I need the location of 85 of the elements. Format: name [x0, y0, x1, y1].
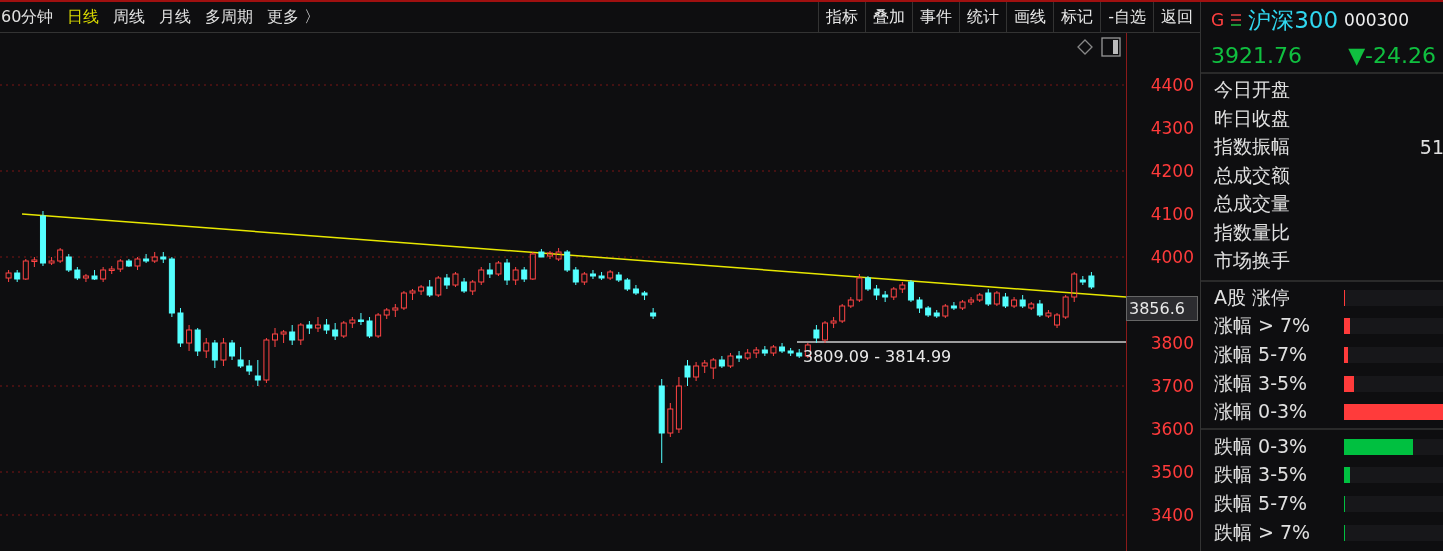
candlestick	[950, 301, 957, 311]
index-code: 000300	[1344, 10, 1409, 30]
menu-icon[interactable]	[1230, 13, 1243, 27]
toolbar-button[interactable]: 画线	[1006, 2, 1054, 32]
stat-value: 51	[1419, 136, 1443, 159]
toolbar-button[interactable]: 叠加	[865, 2, 913, 32]
stat-label: 指数振幅	[1214, 134, 1290, 160]
axis-label: 3600	[1150, 419, 1194, 439]
axis-label: 4100	[1150, 204, 1194, 224]
candlestick	[547, 250, 553, 260]
candlestick	[237, 346, 244, 369]
period-tab[interactable]: 多周期	[205, 6, 254, 28]
candlestick	[418, 284, 425, 296]
candlestick	[736, 350, 743, 363]
stat-label: 今日开盘	[1214, 77, 1290, 103]
index-name: 沪深300	[1248, 5, 1339, 35]
toolbar-button[interactable]: 返回	[1153, 2, 1200, 32]
candlestick	[366, 316, 373, 339]
toolbar-button[interactable]: -自选	[1100, 2, 1153, 32]
toolbar-button[interactable]: 指标	[818, 2, 866, 32]
candlestick	[1011, 296, 1018, 309]
toolbar-button[interactable]: 统计	[959, 2, 1007, 32]
candlestick	[684, 359, 691, 387]
candlestick	[272, 327, 278, 348]
axis-label: 3500	[1150, 462, 1194, 482]
price-change: ▼-24.26	[1348, 42, 1436, 68]
candlestick	[650, 307, 657, 320]
stat-label: 市场换手	[1214, 248, 1290, 274]
candlestick	[100, 266, 107, 283]
axis-label: 4400	[1150, 75, 1194, 95]
axis-label: 4000	[1150, 247, 1194, 267]
axis-label: 3700	[1150, 376, 1194, 396]
candlestick	[993, 290, 1000, 307]
breadth-label: 跌幅 3-5%	[1214, 462, 1309, 488]
candlestick	[504, 258, 511, 286]
toolbar-button[interactable]: 标记	[1053, 2, 1101, 32]
candlestick	[143, 253, 150, 264]
candlestick	[400, 290, 407, 311]
period-tab[interactable]: 周线	[113, 6, 146, 28]
candlestick	[211, 339, 218, 369]
breadth-label: 涨幅 3-5%	[1214, 370, 1309, 396]
breadth-label: 涨幅 5-7%	[1214, 342, 1309, 367]
breadth-label: 跌幅 5-7%	[1214, 490, 1309, 516]
candlestick	[675, 376, 682, 434]
stat-label: 指数量比	[1214, 219, 1290, 245]
candlestick	[186, 324, 193, 352]
candlestick	[289, 324, 296, 346]
candlestick	[589, 269, 596, 280]
price-tag: 3856.6	[1126, 296, 1198, 321]
period-tab[interactable]: 更多 〉	[267, 6, 321, 28]
candlestick	[314, 316, 321, 333]
stat-label: 总成交量	[1214, 191, 1290, 217]
candlestick	[357, 312, 364, 326]
breadth-label: 跌幅 0-3%	[1214, 433, 1309, 459]
axis-label: 4300	[1150, 118, 1194, 138]
breadth-label: A股 涨停	[1214, 284, 1292, 310]
candlestick	[375, 312, 382, 339]
candlestick	[907, 279, 914, 303]
period-tab[interactable]: 日线	[67, 6, 100, 28]
candlestick	[1054, 312, 1061, 329]
period-tab[interactable]: 月线	[159, 6, 192, 28]
candlestick	[254, 359, 261, 387]
candlestick	[693, 361, 700, 382]
diamond-icon[interactable]	[1077, 39, 1093, 55]
index-price: 3921.76	[1211, 42, 1302, 68]
axis-label: 3800	[1150, 333, 1194, 353]
breadth-label: 涨幅 0-3%	[1214, 399, 1309, 425]
axis-label: 4200	[1150, 161, 1194, 181]
breadth-label: 涨幅 > 7%	[1214, 313, 1312, 339]
candlestick	[229, 339, 236, 361]
stat-label: 总成交额	[1214, 162, 1290, 188]
candlestick	[968, 296, 975, 306]
axis-label: 3400	[1150, 505, 1194, 525]
candlestick	[564, 249, 571, 273]
stat-label: 昨日收盘	[1214, 105, 1290, 131]
index-tag-label: G	[1211, 10, 1225, 30]
period-tab[interactable]: 60分钟	[1, 6, 54, 28]
breadth-label: 跌幅 > 7%	[1214, 519, 1312, 545]
toolbar-button[interactable]: 事件	[912, 2, 960, 32]
candlestick	[82, 273, 89, 283]
panel-toggle-icon[interactable]	[1101, 37, 1121, 57]
candlestick	[194, 327, 201, 357]
range-label: 3809.09 - 3814.99	[803, 347, 952, 366]
trend-line[interactable]	[21, 213, 1127, 298]
candlestick	[822, 320, 828, 344]
